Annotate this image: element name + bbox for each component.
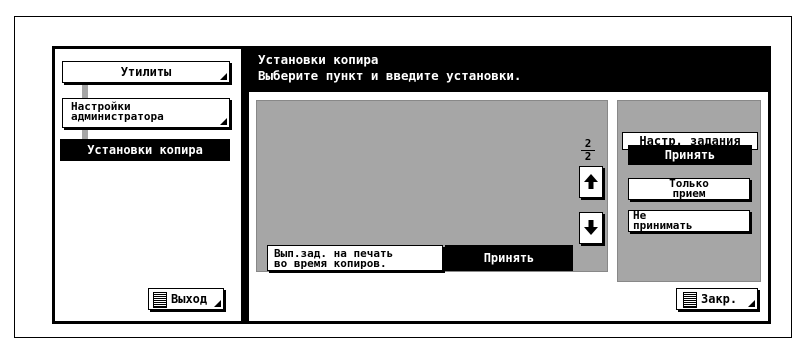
setting-value: Принять <box>445 245 573 271</box>
page-indicator: 2 2 <box>575 138 601 164</box>
page-current: 2 <box>584 137 592 150</box>
page-total: 2 <box>584 150 592 163</box>
setting-name-line: во время копиров. <box>274 257 387 270</box>
setting-value-text: Принять <box>483 251 535 265</box>
sidebar-item-label: Установки копира <box>87 143 203 157</box>
option-label: принимать <box>633 219 693 232</box>
scroll-down-button[interactable] <box>579 212 603 244</box>
up-arrow-icon <box>584 174 598 189</box>
close-button-label: Закр. <box>701 292 738 306</box>
down-arrow-icon <box>584 220 598 235</box>
sidebar-item-copier-settings[interactable]: Установки копира <box>60 139 230 161</box>
grip-icon <box>153 291 167 308</box>
option-label: прием <box>672 187 706 200</box>
setting-print-during-copy-button[interactable]: Вып.зад. на печать во время копиров. <box>267 245 443 271</box>
exit-button[interactable]: Выход <box>148 288 224 310</box>
sidebar-item-label: Утилиты <box>120 65 172 79</box>
grip-icon <box>683 291 697 308</box>
exit-button-label: Выход <box>171 292 208 306</box>
option-accept-button[interactable]: Принять <box>628 145 752 165</box>
page-title: Установки копира <box>258 52 379 67</box>
sidebar-item-utilities[interactable]: Утилиты <box>62 61 230 83</box>
copier-screen: Утилиты Настройки администратора Установ… <box>52 46 771 324</box>
option-do-not-accept-button[interactable]: Не принимать <box>628 210 750 232</box>
sidebar-item-admin-settings[interactable]: Настройки администратора <box>62 98 230 128</box>
page-subtitle: Выберите пункт и введите установки. <box>258 68 522 83</box>
option-label: Принять <box>664 148 716 162</box>
sidebar-item-label: администратора <box>71 110 164 123</box>
option-receive-only-button[interactable]: Только прием <box>628 178 750 200</box>
scroll-up-button[interactable] <box>579 166 603 198</box>
close-button[interactable]: Закр. <box>676 288 758 310</box>
